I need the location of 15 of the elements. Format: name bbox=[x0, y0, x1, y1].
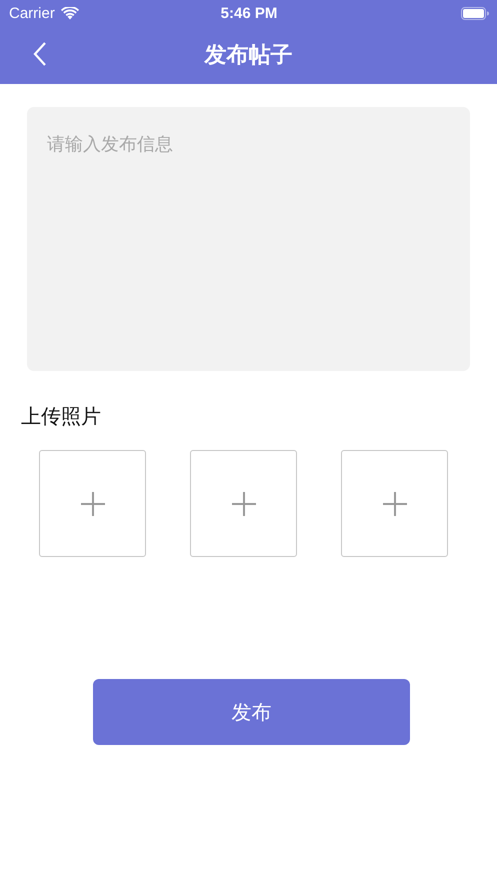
photo-slot[interactable] bbox=[341, 450, 448, 557]
back-icon[interactable] bbox=[33, 42, 47, 66]
page-title: 发布帖子 bbox=[204, 42, 292, 70]
battery-icon bbox=[460, 6, 489, 20]
plus-icon bbox=[382, 492, 406, 516]
plus-icon bbox=[232, 492, 256, 516]
publish-button[interactable]: 发布 bbox=[93, 679, 410, 745]
post-input-field[interactable]: 请输入发布信息 bbox=[27, 107, 470, 371]
photo-slot[interactable] bbox=[190, 450, 297, 557]
upload-label: 上传照片 bbox=[21, 403, 102, 430]
carrier-label: Carrier bbox=[9, 4, 55, 22]
wifi-icon bbox=[60, 6, 79, 20]
photo-slot[interactable] bbox=[39, 450, 146, 557]
status-time: 5:46 PM bbox=[220, 4, 278, 22]
plus-icon bbox=[80, 492, 104, 516]
